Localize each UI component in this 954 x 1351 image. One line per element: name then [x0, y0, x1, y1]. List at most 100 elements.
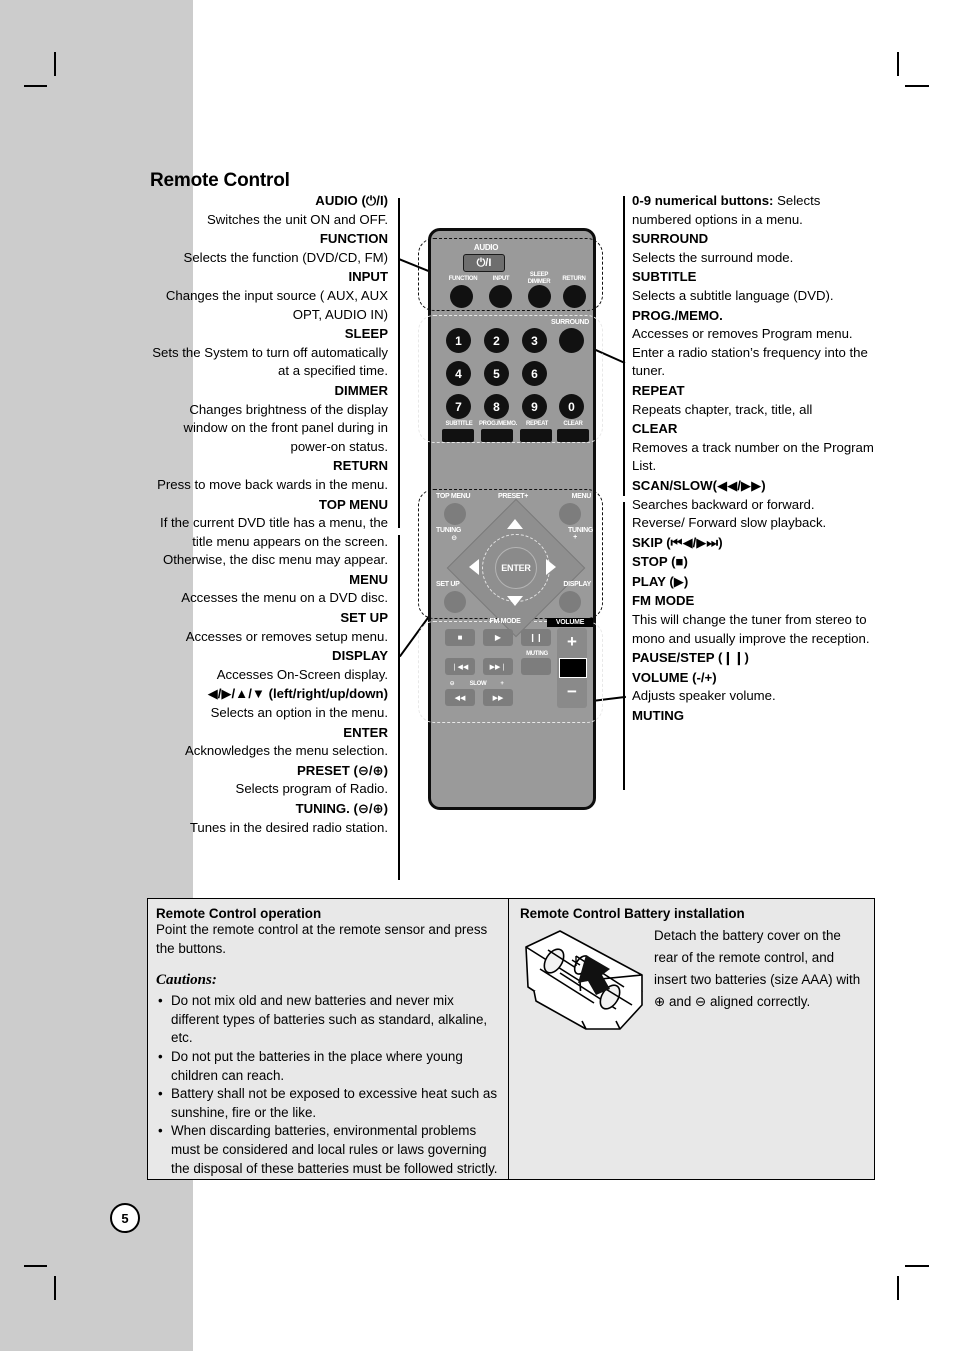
pause-step-button[interactable]: ❙❙: [521, 629, 551, 646]
page-number: 5: [110, 1203, 140, 1233]
operation-title: Remote Control operation: [156, 906, 322, 921]
desc-key: MUTING: [632, 708, 685, 724]
repeat-label: REPEAT: [525, 421, 549, 427]
top-menu-button[interactable]: [444, 503, 466, 525]
crop-mark-bottom-left-vertical: [54, 1276, 56, 1300]
surround-button[interactable]: [559, 328, 584, 353]
desc-entry: INPUT Changes the input source ( AUX, AUX…: [150, 268, 388, 324]
crop-mark-bottom-right-vertical: [897, 1276, 899, 1300]
battery-title: Remote Control Battery installation: [520, 906, 745, 921]
desc-text: Switches the unit ON and OFF.: [206, 211, 388, 227]
desc-key: SURROUND: [632, 231, 709, 247]
desc-text: Selects an option in the menu.: [210, 705, 388, 721]
set-up-button[interactable]: [444, 591, 466, 613]
power-button[interactable]: ⏻/I: [463, 254, 505, 272]
input-button[interactable]: [489, 285, 512, 308]
number-button-7[interactable]: 7: [446, 394, 471, 419]
number-button-9[interactable]: 9: [522, 394, 547, 419]
desc-text: Accesses On-Screen display.: [216, 666, 388, 682]
dpad-up-arrow[interactable]: [507, 519, 523, 529]
desc-key: SET UP: [340, 610, 388, 626]
left-description-column: AUDIO (⏻/I) Switches the unit ON and OFF.…: [150, 192, 388, 838]
right-bracket-rule-lower: [623, 502, 625, 790]
scan-back-button[interactable]: ◀◀: [445, 689, 475, 706]
crop-mark-top-right-vertical: [897, 52, 899, 76]
desc-entry: TOP MENU If the current DVD title has a m…: [150, 496, 388, 570]
right-bracket-rule-upper: [623, 196, 625, 496]
subtitle-label: SUBTITLE: [445, 421, 473, 427]
desc-key: MENU: [349, 571, 388, 587]
number-button-2[interactable]: 2: [484, 328, 509, 353]
desc-text: Accesses or removes setup menu.: [185, 628, 388, 644]
desc-text: Accesses the menu on a DVD disc.: [181, 590, 388, 606]
stop-button[interactable]: ■: [445, 629, 475, 646]
number-button-3[interactable]: 3: [522, 328, 547, 353]
scan-forward-button[interactable]: ▶▶: [483, 689, 513, 706]
dpad-right-arrow[interactable]: [546, 559, 556, 575]
desc-text: Tunes in the desired radio station.: [189, 819, 388, 835]
desc-key: TUNING. (⊖/⊕): [295, 801, 388, 816]
cautions-title: Cautions:: [156, 972, 217, 989]
muting-button[interactable]: [521, 658, 551, 675]
clear-button[interactable]: [557, 429, 589, 442]
desc-key: DISPLAY: [332, 648, 388, 664]
page-title: Remote Control: [150, 170, 290, 191]
volume-label: VOLUME: [547, 618, 593, 627]
desc-key: TOP MENU: [318, 496, 388, 512]
desc-entry: PRESET (⊖/⊕) Selects program of Radio.: [150, 762, 388, 799]
desc-entry: SUBTITLE Selects a subtitle language (DVD…: [632, 268, 880, 305]
number-button-0[interactable]: 0: [559, 394, 584, 419]
cautions-list: Do not mix old and new batteries and nev…: [156, 992, 502, 1178]
desc-text: If the current DVD title has a menu, the…: [160, 515, 388, 568]
desc-text: Changes brightness of the display window…: [183, 401, 388, 454]
desc-entry: SLEEP Sets the System to turn off automat…: [150, 325, 388, 381]
operation-pane: Remote Control operation Point the remot…: [156, 906, 502, 1178]
number-button-5[interactable]: 5: [484, 361, 509, 386]
menu-label: MENU: [571, 493, 592, 500]
display-button[interactable]: [559, 591, 581, 613]
desc-text: This will change the tuner from stereo t…: [632, 612, 870, 646]
number-button-6[interactable]: 6: [522, 361, 547, 386]
crop-mark-bottom-left-horizontal: [24, 1265, 47, 1267]
prog-memo-label: PROG./MEMO.: [478, 421, 518, 427]
caution-item: Battery shall not be exposed to excessiv…: [156, 1085, 502, 1122]
muting-label: MUTING: [526, 651, 548, 657]
desc-entry: ◀/▶/▲/▼ (left/right/up/down) Selects an o…: [150, 685, 388, 722]
desc-text: Repeats chapter, track, title, all: [632, 401, 813, 417]
tuning-minus-label: TUNING: [436, 527, 462, 534]
number-button-8[interactable]: 8: [484, 394, 509, 419]
panel-divider: [508, 899, 510, 1179]
desc-key: AUDIO (⏻/I): [315, 193, 388, 208]
preset-up-text: PRESET: [497, 493, 525, 500]
desc-key: ENTER: [343, 724, 388, 740]
desc-entry: SET UP Accesses or removes setup menu.: [150, 609, 388, 646]
return-button[interactable]: [563, 285, 586, 308]
volume-up-button[interactable]: +: [557, 630, 587, 654]
play-button[interactable]: ▶: [483, 629, 513, 646]
volume-down-button[interactable]: −: [557, 680, 587, 704]
dpad-down-arrow[interactable]: [507, 596, 523, 606]
skip-back-button[interactable]: ❘◀◀: [445, 658, 475, 675]
dpad-left-arrow[interactable]: [469, 559, 479, 575]
desc-entry: PROG./MEMO. Accesses or removes Program m…: [632, 307, 880, 381]
enter-button[interactable]: ENTER: [495, 547, 537, 589]
sleep-dimmer-button[interactable]: [528, 285, 551, 308]
function-button[interactable]: [450, 285, 473, 308]
number-button-4[interactable]: 4: [446, 361, 471, 386]
desc-entry: VOLUME (-/+) Adjusts speaker volume.: [632, 669, 880, 706]
desc-text: Selects the surround mode.: [632, 249, 794, 265]
skip-forward-button[interactable]: ▶▶❘: [483, 658, 513, 675]
prog-memo-button[interactable]: [481, 429, 513, 442]
subtitle-button[interactable]: [442, 429, 474, 442]
number-button-1[interactable]: 1: [446, 328, 471, 353]
desc-key: SCAN/SLOW(◀◀/▶▶): [632, 477, 766, 493]
repeat-button[interactable]: [520, 429, 552, 442]
menu-button[interactable]: [559, 503, 581, 525]
desc-key: CLEAR: [632, 421, 678, 437]
desc-entry: STOP (■): [632, 553, 880, 572]
caution-item: Do not put the batteries in the place wh…: [156, 1048, 502, 1085]
desc-text: Selects program of Radio.: [235, 781, 388, 797]
remote-control-illustration: AUDIO ⏻/I FUNCTION INPUT SLEEP DIMMER RE…: [418, 228, 603, 810]
desc-entry: FUNCTION Selects the function (DVD/CD, FM…: [150, 230, 388, 267]
slow-plus-sign: +: [500, 681, 504, 687]
